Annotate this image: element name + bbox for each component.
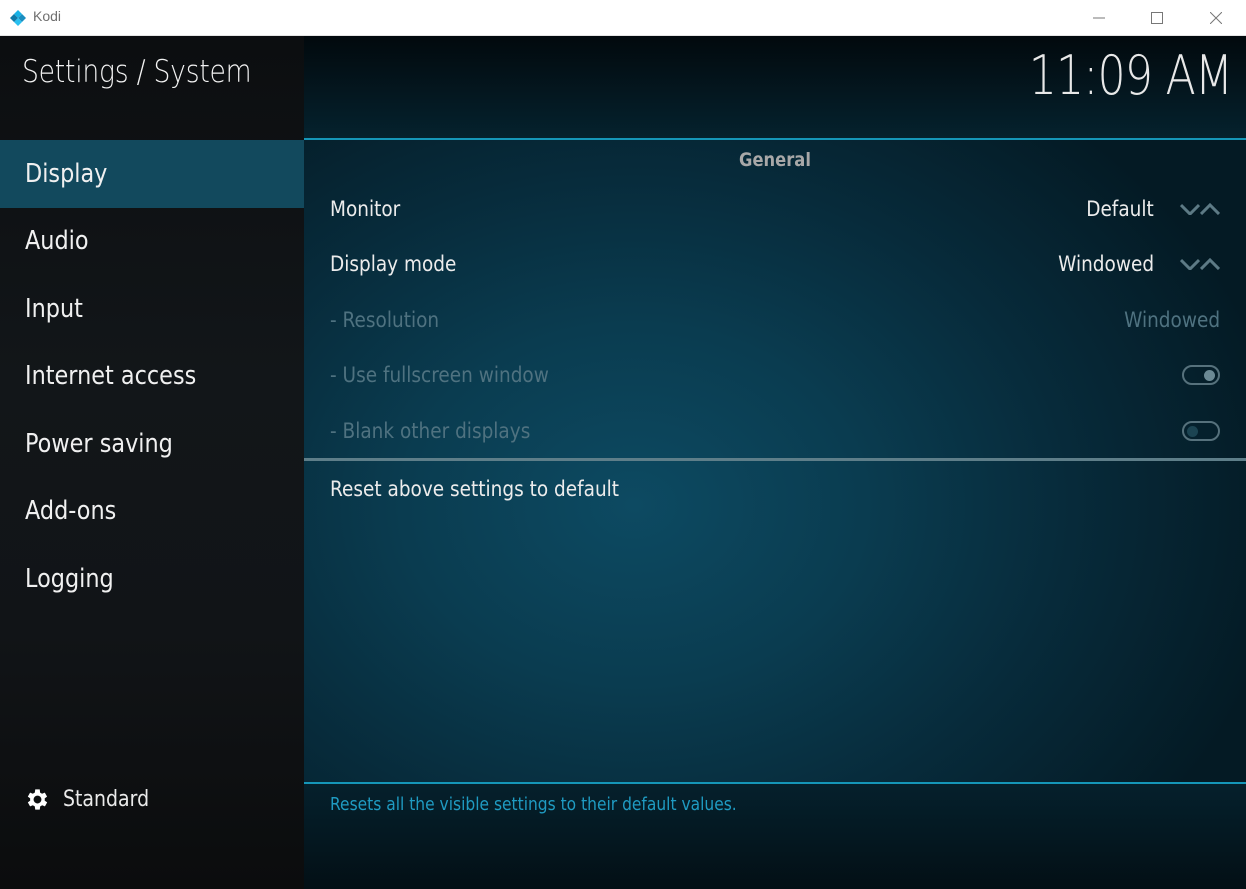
- divider: [304, 458, 1246, 461]
- setting-description: Resets all the visible settings to their…: [330, 794, 737, 815]
- sidebar-item-power-saving[interactable]: Power saving: [0, 410, 304, 478]
- maximize-icon: [1151, 12, 1163, 24]
- setting-value: Windowed: [1124, 308, 1220, 332]
- setting-resolution: - Resolution Windowed: [330, 300, 1220, 340]
- toggle-knob: [1187, 426, 1198, 437]
- setting-use-fullscreen-window: - Use fullscreen window: [330, 355, 1220, 395]
- gear-icon: [27, 789, 48, 810]
- toggle-switch: [1182, 365, 1220, 385]
- setting-blank-other-displays: - Blank other displays: [330, 411, 1220, 451]
- spinner-control: [1180, 258, 1220, 270]
- close-button[interactable]: [1187, 0, 1245, 36]
- chevron-down-icon[interactable]: [1180, 203, 1200, 215]
- description-area: Resets all the visible settings to their…: [304, 784, 1246, 889]
- setting-label: Display mode: [330, 252, 457, 276]
- toggle-knob: [1204, 370, 1215, 381]
- chevron-up-icon[interactable]: [1200, 258, 1220, 270]
- maximize-button[interactable]: [1128, 0, 1186, 36]
- chevron-down-icon[interactable]: [1180, 258, 1200, 270]
- close-icon: [1210, 12, 1222, 24]
- sidebar-item-label: Power saving: [25, 428, 173, 459]
- page-title: Settings / System: [22, 54, 252, 90]
- sidebar-item-label: Audio: [25, 226, 89, 257]
- sidebar-item-label: Input: [25, 293, 83, 324]
- window-title: Kodi: [33, 8, 62, 24]
- sidebar-item-display[interactable]: Display: [0, 140, 304, 208]
- setting-label: - Resolution: [330, 308, 440, 332]
- setting-label: Monitor: [330, 197, 401, 221]
- setting-monitor[interactable]: Monitor Default: [330, 189, 1220, 229]
- sidebar-item-audio[interactable]: Audio: [0, 208, 304, 276]
- sidebar-item-label: Internet access: [25, 361, 197, 392]
- clock: 11:09 AM: [1028, 44, 1232, 107]
- settings-level-label: Standard: [63, 787, 150, 812]
- setting-label: - Blank other displays: [330, 419, 531, 443]
- sidebar-item-logging[interactable]: Logging: [0, 545, 304, 613]
- reset-label: Reset above settings to default: [330, 477, 620, 501]
- sidebar-item-input[interactable]: Input: [0, 275, 304, 343]
- setting-value: Windowed: [1058, 252, 1154, 276]
- kodi-logo-icon: [10, 10, 26, 26]
- section-title: General: [739, 149, 811, 171]
- toggle-switch: [1182, 421, 1220, 441]
- minimize-button[interactable]: [1070, 0, 1128, 36]
- divider: [304, 138, 1246, 140]
- spinner-control: [1180, 203, 1220, 215]
- sidebar-item-add-ons[interactable]: Add-ons: [0, 478, 304, 546]
- window-titlebar: Kodi: [0, 0, 1246, 36]
- setting-label: - Use fullscreen window: [330, 363, 549, 387]
- chevron-up-icon[interactable]: [1200, 203, 1220, 215]
- sidebar-item-internet-access[interactable]: Internet access: [0, 343, 304, 411]
- sidebar-item-label: Display: [25, 158, 108, 189]
- setting-display-mode[interactable]: Display mode Windowed: [330, 244, 1220, 284]
- category-list: Display Audio Input Internet access Powe…: [0, 140, 304, 613]
- sidebar: Settings / System Display Audio Input In…: [0, 36, 304, 889]
- settings-level-button[interactable]: Standard: [24, 786, 163, 813]
- minimize-icon: [1093, 17, 1105, 19]
- sidebar-item-label: Logging: [25, 563, 114, 594]
- setting-value: Default: [1086, 197, 1154, 221]
- settings-panel: 11:09 AM General Monitor Default Display…: [304, 36, 1246, 889]
- sidebar-item-label: Add-ons: [25, 496, 117, 527]
- reset-settings-button[interactable]: Reset above settings to default: [330, 469, 658, 509]
